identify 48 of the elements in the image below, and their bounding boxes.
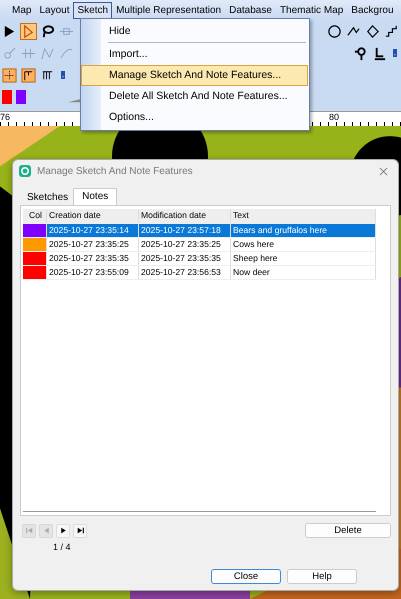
- color-swatch[interactable]: [2, 90, 12, 104]
- record-position: 1 / 4: [52, 542, 71, 552]
- delete-button[interactable]: Delete: [305, 523, 391, 538]
- ruler-label: 76: [0, 112, 10, 124]
- table-row[interactable]: 2025-10-27 23:35:35 2025-10-27 23:35:35 Sheep here: [23, 252, 376, 266]
- menu-item[interactable]: Layout: [35, 2, 74, 18]
- table-row[interactable]: 2025-10-27 23:35:25 2025-10-27 23:35:25 Cows here: [23, 238, 376, 252]
- menu-item[interactable]: Backgrou: [347, 2, 398, 18]
- table-row[interactable]: 2025-10-27 23:35:14 2025-10-27 23:57:18 Bears and gruffalos here: [23, 224, 376, 238]
- last-record-button[interactable]: [73, 524, 87, 538]
- tab[interactable]: Sketches: [22, 188, 74, 205]
- menu-item[interactable]: Map: [8, 2, 36, 18]
- menu-item[interactable]: Database: [225, 2, 276, 18]
- menu-item[interactable]: Multiple Representation: [112, 2, 226, 18]
- menu-item[interactable]: Import...: [102, 44, 308, 65]
- left-triangle-icon: [42, 526, 50, 535]
- circle-icon[interactable]: [327, 24, 342, 38]
- column-header[interactable]: Modification date: [139, 209, 231, 223]
- steps-icon[interactable]: [384, 24, 399, 38]
- column-header[interactable]: Col: [23, 209, 47, 223]
- dialog-title: Manage Sketch And Note Features: [37, 166, 194, 176]
- skip-start-icon: [24, 526, 34, 535]
- menu-item[interactable]: Sketch: [73, 2, 112, 18]
- next-record-button[interactable]: [56, 524, 70, 538]
- menu-item[interactable]: Hide: [102, 21, 308, 42]
- app-icon: [19, 165, 31, 177]
- dialog-button[interactable]: Help: [287, 569, 357, 584]
- column-header[interactable]: Text: [231, 209, 376, 223]
- ruler-label: 80: [328, 112, 339, 124]
- color-swatch[interactable]: [16, 90, 26, 104]
- menu-item[interactable]: Options...: [102, 107, 308, 128]
- column-header[interactable]: Creation date: [47, 209, 139, 223]
- menu-item[interactable]: Manage Sketch And Note Features...: [81, 65, 308, 86]
- right-triangle-icon: [58, 526, 68, 535]
- dialog-button[interactable]: Close: [211, 569, 281, 584]
- grid-icon[interactable]: [2, 68, 17, 82]
- table-icon[interactable]: [21, 68, 36, 82]
- l-shape-icon[interactable]: [372, 46, 387, 60]
- close-icon[interactable]: [379, 166, 388, 176]
- tab[interactable]: Notes: [73, 188, 118, 205]
- p-shape-icon[interactable]: [353, 46, 368, 60]
- menu-item[interactable]: Thematic Map: [276, 2, 348, 18]
- table-row[interactable]: 2025-10-27 23:55:09 2025-10-27 23:56:53 Now deer: [23, 266, 376, 280]
- skip-end-icon: [76, 526, 84, 535]
- polygon-icon[interactable]: [365, 24, 380, 38]
- pointer-icon[interactable]: [2, 24, 17, 38]
- lasso-icon[interactable]: [40, 24, 55, 38]
- menu-item[interactable]: Delete All Sketch And Note Features...: [102, 86, 308, 107]
